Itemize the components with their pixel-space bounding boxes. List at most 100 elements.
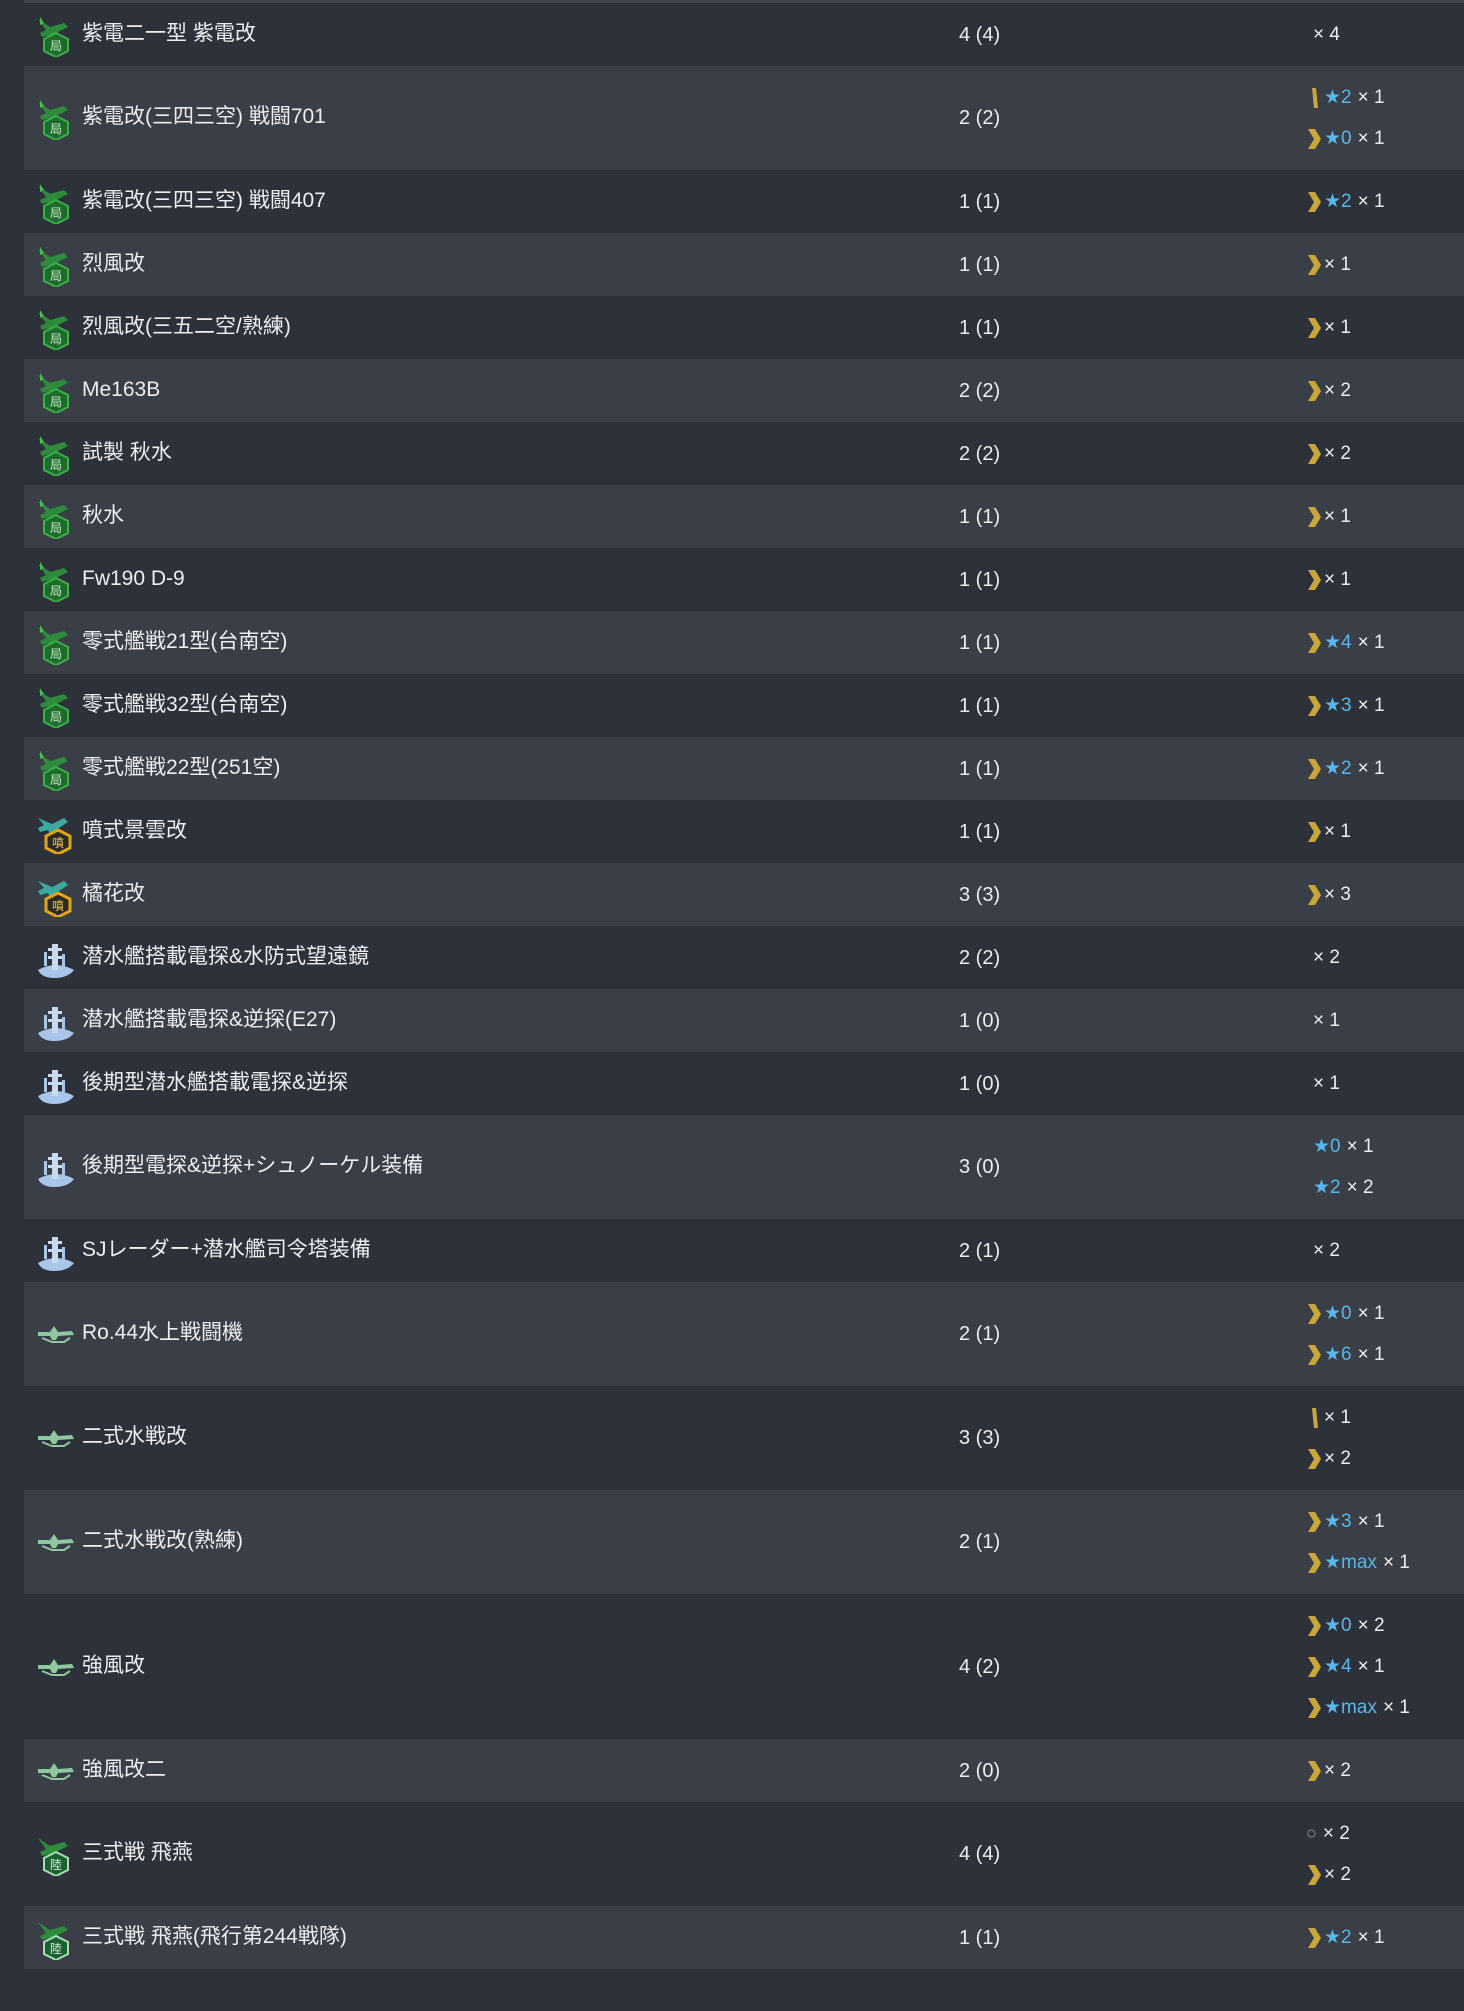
improvement-star: ★4 xyxy=(1324,1656,1352,1677)
multiplier: × 1 xyxy=(1357,631,1385,653)
svg-text:局: 局 xyxy=(50,773,62,787)
equipment-count: 4 (4) xyxy=(959,23,1001,46)
improvement-details: × 3 xyxy=(1306,874,1351,915)
table-row[interactable]: 潜水艦搭載電探&水防式望遠鏡 2 (2) × 2 xyxy=(24,926,1464,989)
table-row[interactable]: 局 紫電二一型 紫電改 4 (4) × 4 xyxy=(24,3,1464,66)
table-row[interactable]: 強風改 4 (2) ★0 × 2 ★4 × 1 ★max × 1 xyxy=(24,1594,1464,1739)
submarine-radar-icon xyxy=(34,999,78,1043)
improvement-details: ★3 × 1 xyxy=(1306,685,1385,726)
improvement-star: ★max xyxy=(1324,1552,1377,1573)
detail-line: × 2 xyxy=(1306,1438,1351,1479)
table-row[interactable]: 陸 三式戦 飛燕 4 (4) ○ × 2 × 2 xyxy=(24,1802,1464,1906)
jet-icon: 噴 xyxy=(34,873,78,917)
table-row[interactable]: 噴 橘花改 3 (3) × 3 xyxy=(24,863,1464,926)
equipment-name: Fw190 D-9 xyxy=(82,566,185,590)
table-row[interactable]: 局 零式艦戦21型(台南空) 1 (1) ★4 × 1 xyxy=(24,611,1464,674)
equipment-name: 秋水 xyxy=(82,503,124,527)
svg-text:局: 局 xyxy=(50,521,62,535)
proficiency-chevron-icon xyxy=(1306,128,1322,150)
proficiency-chevron-icon xyxy=(1306,1927,1322,1949)
detail-line: ★4 × 1 xyxy=(1306,622,1385,663)
table-row[interactable]: 潜水艦搭載電探&逆探(E27) 1 (0) × 1 xyxy=(24,989,1464,1052)
proficiency-chevron-icon xyxy=(1306,317,1322,339)
proficiency-chevron-icon xyxy=(1306,1864,1322,1886)
seaplane-fighter-icon xyxy=(34,1312,78,1356)
detail-line: ○ × 2 xyxy=(1306,1813,1351,1854)
improvement-details: ★2 × 1 xyxy=(1306,1917,1385,1958)
svg-text:局: 局 xyxy=(50,269,62,283)
multiplier: × 1 xyxy=(1324,253,1351,275)
improvement-star: ★6 xyxy=(1324,1344,1352,1365)
proficiency-bar-icon xyxy=(1306,87,1322,109)
detail-line: ★4 × 1 xyxy=(1306,1646,1410,1687)
table-row[interactable]: 局 烈風改(三五二空/熟練) 1 (1) × 1 xyxy=(24,296,1464,359)
proficiency-chevron-icon xyxy=(1306,884,1322,906)
proficiency-bar-icon xyxy=(1306,1407,1322,1429)
interceptor-icon: 局 xyxy=(34,747,78,791)
table-row[interactable]: 局 Me163B 2 (2) × 2 xyxy=(24,359,1464,422)
equipment-count: 4 (4) xyxy=(959,1843,1001,1865)
improvement-star: ★0 xyxy=(1324,1303,1352,1324)
table-row[interactable]: 噴 噴式景雲改 1 (1) × 1 xyxy=(24,800,1464,863)
improvement-star: ★4 xyxy=(1324,632,1352,653)
table-row[interactable]: 局 零式艦戦32型(台南空) 1 (1) ★3 × 1 xyxy=(24,674,1464,737)
submarine-radar-icon xyxy=(34,936,78,980)
table-row[interactable]: 後期型潜水艦搭載電探&逆探 1 (0) × 1 xyxy=(24,1052,1464,1115)
table-row[interactable]: 陸 三式戦 飛燕(飛行第244戦隊) 1 (1) ★2 × 1 xyxy=(24,1906,1464,1969)
improvement-details: × 1 xyxy=(1306,811,1351,852)
table-row[interactable]: 局 秋水 1 (1) × 1 xyxy=(24,485,1464,548)
interceptor-icon: 局 xyxy=(34,621,78,665)
table-row[interactable]: 後期型電探&逆探+シュノーケル装備 3 (0) ★0 × 1 ★2 × 2 xyxy=(24,1115,1464,1219)
table-row[interactable]: Ro.44水上戦闘機 2 (1) ★0 × 1 ★6 × 1 xyxy=(24,1282,1464,1386)
detail-line: × 1 xyxy=(1306,244,1351,285)
multiplier: × 1 xyxy=(1357,86,1385,108)
equipment-name: 後期型潜水艦搭載電探&逆探 xyxy=(82,1070,349,1094)
equipment-name: 零式艦戦22型(251空) xyxy=(82,755,281,779)
detail-line: × 2 xyxy=(1306,433,1351,474)
proficiency-chevron-icon xyxy=(1306,1697,1322,1719)
interceptor-icon: 局 xyxy=(34,558,78,602)
improvement-star: ★2 xyxy=(1313,1177,1341,1198)
table-row[interactable]: 局 紫電改(三四三空) 戦闘701 2 (2) ★2 × 1 ★0 × 1 xyxy=(24,66,1464,170)
improvement-details: ★2 × 1 ★0 × 1 xyxy=(1306,77,1385,159)
table-row[interactable]: 局 烈風改 1 (1) × 1 xyxy=(24,233,1464,296)
multiplier: × 4 xyxy=(1313,23,1340,45)
multiplier: × 1 xyxy=(1324,1406,1351,1428)
table-row[interactable]: 局 零式艦戦22型(251空) 1 (1) ★2 × 1 xyxy=(24,737,1464,800)
table-row[interactable]: 二式水戦改(熟練) 2 (1) ★3 × 1 ★max × 1 xyxy=(24,1490,1464,1594)
table-row[interactable]: 局 紫電改(三四三空) 戦闘407 1 (1) ★2 × 1 xyxy=(24,170,1464,233)
equipment-name: 烈風改(三五二空/熟練) xyxy=(82,314,291,338)
detail-line: × 2 xyxy=(1306,1854,1351,1895)
table-row[interactable]: 局 試製 秋水 2 (2) × 2 xyxy=(24,422,1464,485)
table-row[interactable]: SJレーダー+潜水艦司令塔装備 2 (1) × 2 xyxy=(24,1219,1464,1282)
jet-icon: 噴 xyxy=(34,810,78,854)
table-row[interactable]: 二式水戦改 3 (3) × 1 × 2 xyxy=(24,1386,1464,1490)
detail-line: ★2 × 1 xyxy=(1306,77,1385,118)
improvement-details: ★2 × 1 xyxy=(1306,181,1385,222)
interceptor-icon: 局 xyxy=(34,684,78,728)
detail-line: ★max × 1 xyxy=(1306,1542,1410,1583)
proficiency-chevron-icon xyxy=(1306,506,1322,528)
improvement-details: × 1 xyxy=(1306,244,1351,285)
svg-text:噴: 噴 xyxy=(52,836,64,850)
seaplane-fighter-icon xyxy=(34,1416,78,1460)
improvement-star: ★2 xyxy=(1324,1927,1352,1948)
equipment-name: 三式戦 飛燕 xyxy=(82,1841,193,1864)
table-row[interactable]: 局 Fw190 D-9 1 (1) × 1 xyxy=(24,548,1464,611)
equipment-count: 1 (1) xyxy=(959,316,1001,339)
equipment-name: 紫電二一型 紫電改 xyxy=(82,21,256,45)
equipment-name: 試製 秋水 xyxy=(82,440,172,464)
detail-line: × 1 xyxy=(1306,1063,1340,1104)
improvement-star: ★2 xyxy=(1324,87,1352,108)
detail-line: ★2 × 1 xyxy=(1306,748,1385,789)
multiplier: × 2 xyxy=(1324,379,1351,401)
multiplier: × 1 xyxy=(1382,1696,1410,1718)
table-row[interactable]: 強風改二 2 (0) × 2 xyxy=(24,1739,1464,1802)
multiplier: × 1 xyxy=(1357,1302,1385,1324)
svg-text:局: 局 xyxy=(50,39,62,53)
equipment-name: 零式艦戦21型(台南空) xyxy=(82,629,288,653)
equipment-name: 強風改二 xyxy=(82,1757,166,1781)
equipment-count: 3 (3) xyxy=(959,1427,1001,1449)
interceptor-icon: 局 xyxy=(34,432,78,476)
multiplier: × 3 xyxy=(1324,883,1351,905)
